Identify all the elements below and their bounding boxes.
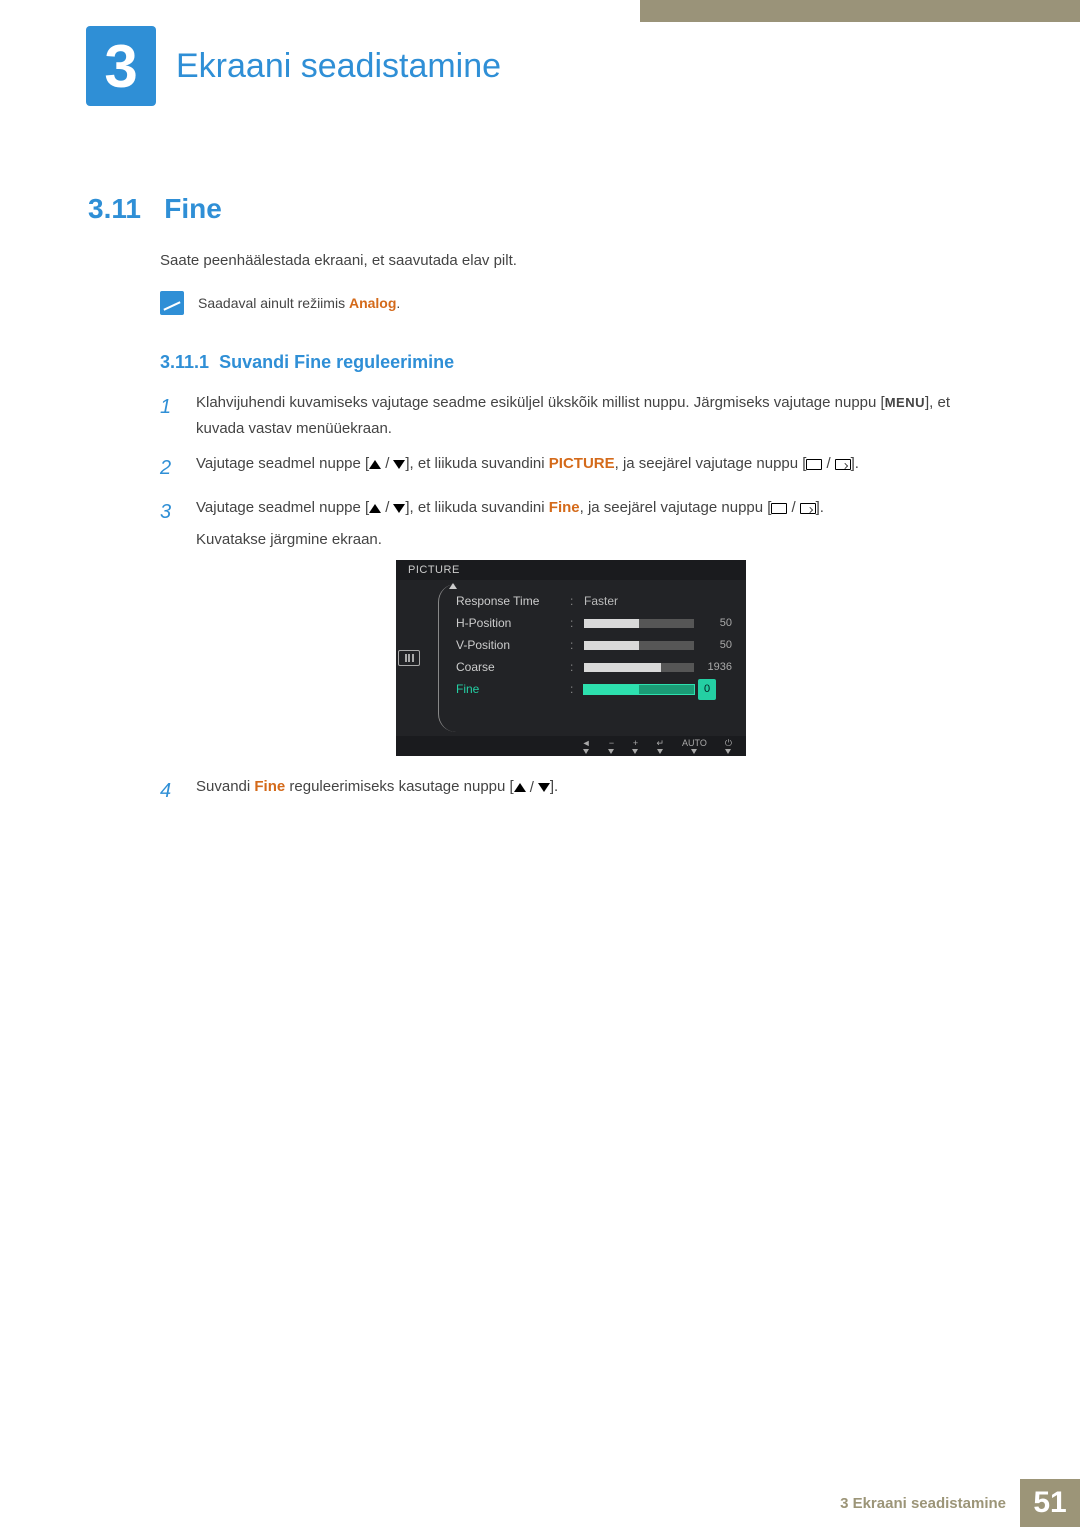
note-icon bbox=[160, 291, 184, 315]
page-footer: 3 Ekraani seadistamine 51 bbox=[840, 1479, 1080, 1527]
osd-nav-minus-icon: − bbox=[608, 739, 614, 754]
step-1: 1 Klahvijuhendi kuvamiseks vajutage sead… bbox=[160, 390, 970, 441]
chapter-number-badge: 3 bbox=[86, 26, 156, 106]
chapter-title: Ekraani seadistamine bbox=[176, 47, 501, 86]
osd-nav-power-icon: ⏻ bbox=[725, 739, 732, 754]
menu-label: MENU bbox=[885, 395, 925, 410]
step-text: Vajutage seadmel nuppe [/], et liikuda s… bbox=[196, 451, 859, 485]
osd-menu: Response Time : Faster H-Position : 50 V… bbox=[422, 580, 746, 736]
step-text: Klahvijuhendi kuvamiseks vajutage seadme… bbox=[196, 390, 970, 441]
footer-page-number: 51 bbox=[1020, 1479, 1080, 1527]
osd-row-h-position: H-Position : 50 bbox=[456, 612, 732, 634]
section-title: Fine bbox=[164, 193, 222, 224]
up-down-icon: / bbox=[514, 775, 550, 801]
slider-bar bbox=[584, 685, 694, 694]
osd-row-v-position: V-Position : 50 bbox=[456, 634, 732, 656]
highlight-picture: PICTURE bbox=[549, 455, 615, 472]
step-2: 2 Vajutage seadmel nuppe [/], et liikuda… bbox=[160, 451, 970, 485]
step-number: 3 bbox=[160, 495, 180, 764]
footer-text: 3 Ekraani seadistamine bbox=[840, 1495, 1020, 1512]
up-down-icon: / bbox=[369, 495, 405, 521]
note-row: Saadaval ainult režiimis Analog. bbox=[160, 291, 400, 315]
section-number: 3.11 bbox=[88, 193, 141, 224]
step-text: Vajutage seadmel nuppe [/], et liikuda s… bbox=[196, 495, 824, 764]
top-accent-bar bbox=[640, 0, 1080, 22]
subsection-heading: 3.11.1 Suvandi Fine reguleerimine bbox=[160, 352, 454, 373]
osd-nav-plus-icon: + bbox=[632, 739, 638, 754]
up-down-icon: / bbox=[369, 451, 405, 477]
osd-row-response-time: Response Time : Faster bbox=[456, 590, 732, 612]
steps-list: 1 Klahvijuhendi kuvamiseks vajutage sead… bbox=[160, 390, 970, 818]
highlight-fine: Fine bbox=[254, 778, 285, 795]
section-heading: 3.11 Fine bbox=[88, 193, 222, 225]
chapter-header: 3 Ekraani seadistamine bbox=[86, 26, 501, 106]
subsection-title: Suvandi Fine reguleerimine bbox=[219, 352, 454, 372]
osd-body: Response Time : Faster H-Position : 50 V… bbox=[396, 580, 746, 736]
picture-icon bbox=[398, 650, 420, 666]
note-suffix: . bbox=[396, 295, 400, 311]
osd-nav-auto: AUTO bbox=[682, 739, 707, 754]
slider-bar bbox=[584, 641, 694, 650]
osd-active-value: 0 bbox=[698, 679, 716, 700]
osd-nav-enter-icon: ↵ bbox=[656, 739, 664, 754]
osd-sidebar bbox=[396, 580, 422, 736]
osd-footer: ◄ − + ↵ AUTO ⏻ bbox=[396, 736, 746, 756]
subsection-number: 3.11.1 bbox=[160, 352, 209, 372]
step-text: Suvandi Fine reguleerimiseks kasutage nu… bbox=[196, 774, 558, 808]
osd-nav-back-icon: ◄ bbox=[582, 739, 591, 754]
step-number: 4 bbox=[160, 774, 180, 808]
section-intro: Saate peenhäälestada ekraani, et saavuta… bbox=[160, 252, 517, 269]
osd-title: PICTURE bbox=[396, 560, 746, 580]
slider-bar bbox=[584, 619, 694, 628]
note-highlight: Analog bbox=[349, 295, 396, 311]
step-4: 4 Suvandi Fine reguleerimiseks kasutage … bbox=[160, 774, 970, 808]
note-text: Saadaval ainult režiimis Analog. bbox=[198, 295, 400, 311]
enter-icon: / bbox=[771, 495, 815, 521]
note-prefix: Saadaval ainult režiimis bbox=[198, 295, 349, 311]
slider-bar bbox=[584, 663, 694, 672]
enter-icon: / bbox=[806, 451, 850, 477]
osd-row-coarse: Coarse : 1936 bbox=[456, 656, 732, 678]
step-followup: Kuvatakse järgmine ekraan. bbox=[196, 527, 824, 553]
step-number: 2 bbox=[160, 451, 180, 485]
step-number: 1 bbox=[160, 390, 180, 441]
highlight-fine: Fine bbox=[549, 499, 580, 516]
osd-panel: PICTURE Response Time : Faster H-Positi bbox=[396, 560, 746, 756]
step-3: 3 Vajutage seadmel nuppe [/], et liikuda… bbox=[160, 495, 970, 764]
osd-row-fine: Fine : 0 bbox=[456, 678, 732, 700]
